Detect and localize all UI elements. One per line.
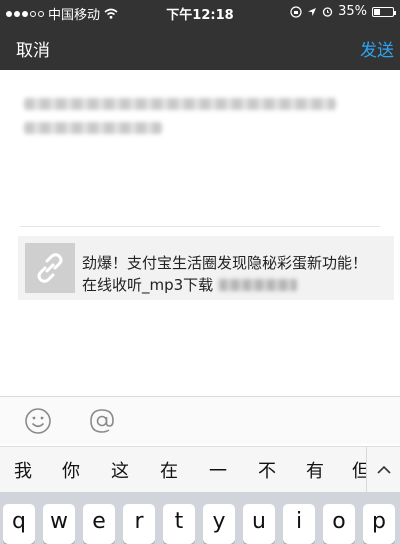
link-subtitle: 在线收听_mp3下载 (82, 276, 214, 294)
key-q[interactable]: q (3, 504, 35, 544)
status-right: 35% (290, 4, 396, 19)
key-u[interactable]: u (243, 504, 275, 544)
message-divider (20, 226, 380, 227)
message-text-line-1[interactable] (24, 98, 336, 110)
key-i[interactable]: i (283, 504, 315, 544)
battery-fill (374, 8, 381, 15)
status-bar: 中国移动 下午12:18 35% (0, 0, 400, 24)
link-subtitle-row: 在线收听_mp3下载 (82, 274, 298, 295)
candidate-word[interactable]: 你 (62, 457, 80, 483)
expand-candidates-button[interactable] (366, 447, 400, 493)
candidate-bar: 我 你 这 在 一 不 有 但 (0, 446, 400, 493)
rotation-lock-icon (290, 5, 302, 18)
alarm-icon (322, 7, 333, 17)
link-card[interactable]: 劲爆！支付宝生活圈发现隐秘彩蛋新功能！ 在线收听_mp3下载 (18, 236, 394, 300)
key-e[interactable]: e (83, 504, 115, 544)
battery-icon (372, 6, 396, 17)
link-subtitle-blurred (219, 278, 298, 291)
candidate-word[interactable]: 在 (160, 457, 178, 483)
key-w[interactable]: w (43, 504, 75, 544)
candidate-word[interactable]: 我 (14, 457, 32, 483)
candidate-word[interactable]: 有 (306, 457, 324, 483)
send-button[interactable]: 发送 (360, 36, 394, 61)
chevron-up-icon (376, 465, 391, 474)
message-text-line-2[interactable] (24, 122, 162, 134)
key-t[interactable]: t (163, 504, 195, 544)
keyboard: q w e r t y u i o p (0, 492, 400, 544)
candidate-word[interactable]: 这 (111, 457, 129, 483)
smiley-icon[interactable] (24, 407, 52, 435)
cancel-button[interactable]: 取消 (16, 36, 50, 61)
battery-percent: 35% (338, 4, 367, 19)
link-icon (37, 253, 63, 283)
at-icon[interactable] (88, 407, 116, 435)
link-title: 劲爆！支付宝生活圈发现隐秘彩蛋新功能！ (82, 254, 368, 272)
link-thumbnail (25, 243, 75, 293)
candidate-word[interactable]: 一 (209, 457, 227, 483)
location-icon (308, 7, 317, 16)
key-y[interactable]: y (203, 504, 235, 544)
key-r[interactable]: r (123, 504, 155, 544)
key-p[interactable]: p (363, 504, 395, 544)
key-o[interactable]: o (323, 504, 355, 544)
top-bar: 中国移动 下午12:18 35% 取消 发送 (0, 0, 400, 70)
candidate-word[interactable]: 不 (258, 457, 276, 483)
candidate-word[interactable]: 但 (352, 457, 366, 483)
input-toolbar (0, 396, 400, 444)
